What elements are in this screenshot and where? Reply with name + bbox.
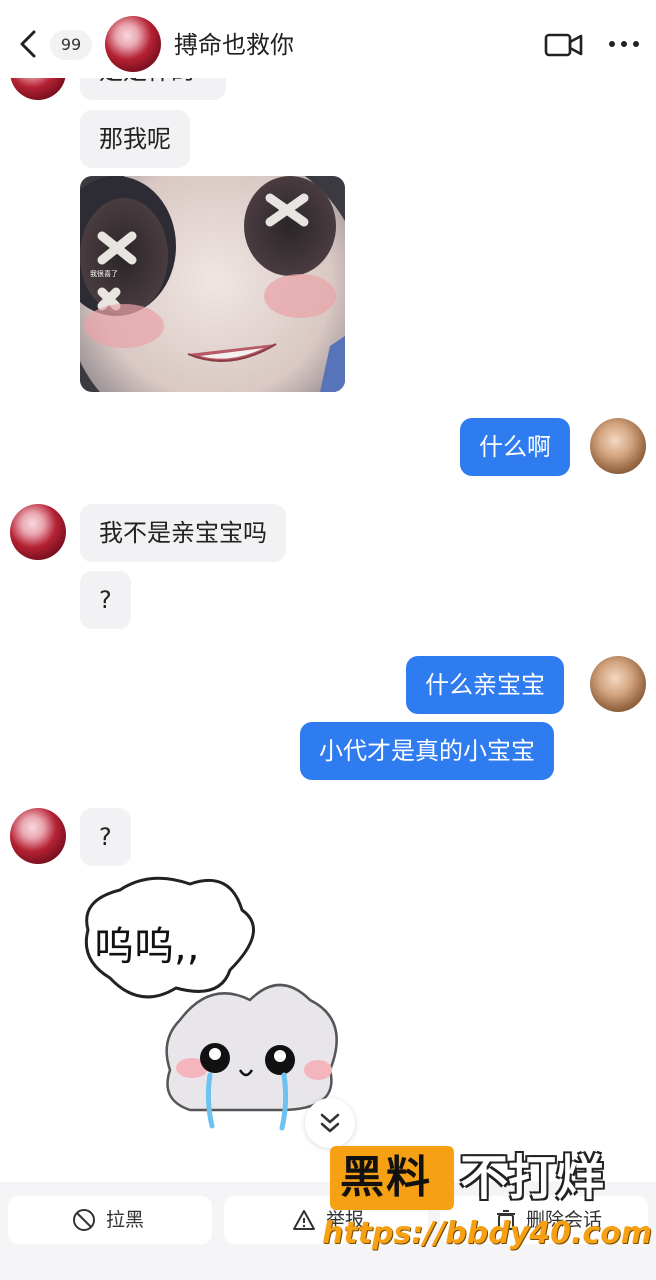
watermark: 黑料 不打烊 https://bbdy40.com <box>322 1146 652 1258</box>
video-call-icon[interactable] <box>544 30 584 60</box>
image-message[interactable]: 我很喜了 <box>80 176 345 392</box>
contact-name[interactable]: 搏命也救你 <box>174 30 294 60</box>
message-text: ? <box>99 823 112 851</box>
incoming-message[interactable]: ? <box>80 808 131 866</box>
block-button[interactable]: 拉黑 <box>8 1196 212 1244</box>
back-chevron-icon[interactable] <box>14 26 42 62</box>
message-text: 小代才是真的小宝宝 <box>319 737 535 765</box>
watermark-slogan: 不打烊 <box>460 1150 605 1206</box>
contact-avatar[interactable] <box>10 808 66 864</box>
incoming-message[interactable]: 我不是亲宝宝吗 <box>80 504 286 562</box>
message-text: 那我呢 <box>99 125 171 153</box>
outgoing-message[interactable]: 小代才是真的小宝宝 <box>300 722 554 780</box>
image-content: 我很喜了 <box>80 176 345 392</box>
watermark-box: 黑料 <box>330 1146 454 1210</box>
contact-avatar[interactable] <box>10 504 66 560</box>
message-text: 我不是亲宝宝吗 <box>99 519 267 547</box>
scroll-to-bottom-button[interactable] <box>305 1098 355 1148</box>
sticker-text: 呜呜,, <box>94 924 199 970</box>
my-avatar[interactable] <box>590 656 646 712</box>
unread-count-badge[interactable]: 99 <box>50 30 92 60</box>
block-label: 拉黑 <box>106 1209 145 1231</box>
message-text: 什么啊 <box>479 433 551 461</box>
more-dots-icon[interactable] <box>606 34 642 54</box>
watermark-box-text: 黑料 <box>340 1152 432 1203</box>
outgoing-message[interactable]: 什么亲宝宝 <box>406 656 564 714</box>
warning-icon <box>293 1210 315 1230</box>
contact-avatar[interactable] <box>105 16 161 72</box>
my-avatar[interactable] <box>590 418 646 474</box>
image-overlay-text: 我很喜了 <box>90 269 118 278</box>
message-text: 什么亲宝宝 <box>425 671 545 699</box>
incoming-message[interactable]: ? <box>80 571 131 629</box>
scroll-down-chevron-icon <box>320 1113 340 1133</box>
message-text: ? <box>99 586 112 614</box>
outgoing-message[interactable]: 什么啊 <box>460 418 570 476</box>
block-icon <box>73 1209 95 1231</box>
chat-header: 99 搏命也救你 <box>0 0 656 78</box>
watermark-url: https://bbdy40.com <box>322 1216 653 1251</box>
incoming-message[interactable]: 那我呢 <box>80 110 190 168</box>
